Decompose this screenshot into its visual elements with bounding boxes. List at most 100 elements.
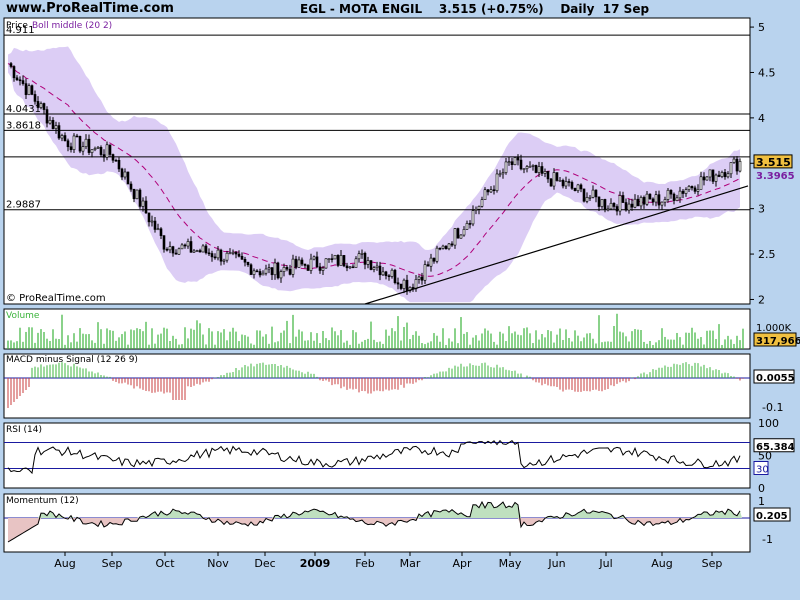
candle-body xyxy=(651,198,655,203)
candle-body xyxy=(684,189,688,194)
x-tick-label: Sep xyxy=(102,557,123,570)
candle-body xyxy=(510,161,514,166)
rsi-y-tick: 0 xyxy=(758,482,765,495)
candle-body xyxy=(561,180,565,187)
price-panel-title: Price xyxy=(6,21,28,31)
candle-body xyxy=(318,266,322,271)
x-tick-label: Sep xyxy=(702,557,723,570)
candle-body xyxy=(345,265,349,269)
candle-body xyxy=(99,147,103,155)
candle-body xyxy=(453,228,457,246)
candle-body xyxy=(585,197,589,202)
candle-body xyxy=(501,172,505,175)
candle-body xyxy=(36,101,40,108)
candle-body xyxy=(57,125,61,139)
momentum-last-label: 0.205 xyxy=(756,511,788,522)
rsi-lower-label: 30 xyxy=(756,465,769,476)
candle-body xyxy=(540,166,544,174)
candle-body xyxy=(558,180,562,182)
x-tick-label: May xyxy=(499,557,522,570)
candle-body xyxy=(486,189,490,193)
candle-body xyxy=(426,264,430,267)
candle-body xyxy=(174,252,178,255)
candle-body xyxy=(723,172,727,178)
candle-body xyxy=(531,165,535,167)
candle-body xyxy=(399,283,403,289)
candle-body xyxy=(129,183,133,190)
volume-last-label: 317,966 xyxy=(756,336,800,347)
candle-body xyxy=(534,165,538,173)
candle-body xyxy=(447,243,451,250)
candle-body xyxy=(717,174,721,177)
candle-body xyxy=(696,189,700,192)
candle-body xyxy=(177,248,181,255)
candle-body xyxy=(606,208,610,211)
horizontal-level-label: 2.9887 xyxy=(6,200,41,211)
candle-body xyxy=(132,188,136,200)
candle-body xyxy=(576,184,580,191)
candle-body xyxy=(126,171,130,185)
price-y-tick: 5 xyxy=(758,21,765,34)
candle-body xyxy=(435,247,439,262)
horizontal-level-label: 3.8618 xyxy=(6,120,41,131)
candle-body xyxy=(144,200,148,214)
candle-body xyxy=(423,264,427,281)
candle-body xyxy=(216,249,220,259)
candle-body xyxy=(729,162,733,175)
x-tick-label: Nov xyxy=(207,557,229,570)
candle-body xyxy=(114,159,118,162)
candle-body xyxy=(351,266,355,269)
candle-body xyxy=(438,247,442,250)
candle-body xyxy=(378,265,382,276)
volume-y-tick: 1.000K xyxy=(756,323,792,334)
candle-body xyxy=(711,169,715,182)
candle-body xyxy=(495,173,499,191)
candle-body xyxy=(663,199,667,203)
candle-body xyxy=(285,267,289,270)
candle-body xyxy=(369,260,373,270)
candle-body xyxy=(165,248,169,251)
candle-body xyxy=(12,66,16,79)
candle-body xyxy=(276,262,280,279)
price-y-tick: 4 xyxy=(758,112,765,125)
candle-body xyxy=(579,184,583,190)
candle-body xyxy=(648,193,652,200)
candle-body xyxy=(153,220,157,230)
candle-body xyxy=(504,161,508,173)
candle-body xyxy=(324,258,328,269)
candle-body xyxy=(123,171,127,178)
candle-body xyxy=(459,234,463,239)
candle-body xyxy=(189,241,193,253)
candle-body xyxy=(384,271,388,277)
candle-body xyxy=(303,263,307,266)
chart-canvas: Aug Sep Oct Nov Dec 2009 Feb Mar Apr May Jun Jul Aug… xyxy=(3,17,800,570)
candle-body xyxy=(183,244,187,247)
candle-body xyxy=(393,269,397,284)
candle-body xyxy=(9,63,13,67)
candle-body xyxy=(594,189,598,198)
candle-body xyxy=(120,168,124,178)
candle-body xyxy=(354,258,358,268)
candle-body xyxy=(678,190,682,199)
candle-body xyxy=(162,235,166,250)
candle-body xyxy=(117,159,121,170)
candle-body xyxy=(171,246,175,254)
candle-body xyxy=(621,195,625,203)
candle-body xyxy=(615,206,619,212)
candle-body xyxy=(60,135,64,139)
candle-body xyxy=(336,254,340,266)
candle-body xyxy=(681,190,685,194)
candle-body xyxy=(48,119,52,124)
candle-body xyxy=(231,251,235,254)
candle-body xyxy=(330,258,334,260)
candle-body xyxy=(42,103,46,110)
candle-body xyxy=(45,109,49,124)
candle-body xyxy=(714,174,718,182)
candle-body xyxy=(87,138,91,153)
x-tick-label: Oct xyxy=(155,557,175,570)
rsi-y-tick: 100 xyxy=(758,417,779,430)
candle-body xyxy=(39,103,43,108)
candle-body xyxy=(441,245,445,249)
candle-body xyxy=(414,279,418,290)
candle-body xyxy=(636,198,640,207)
